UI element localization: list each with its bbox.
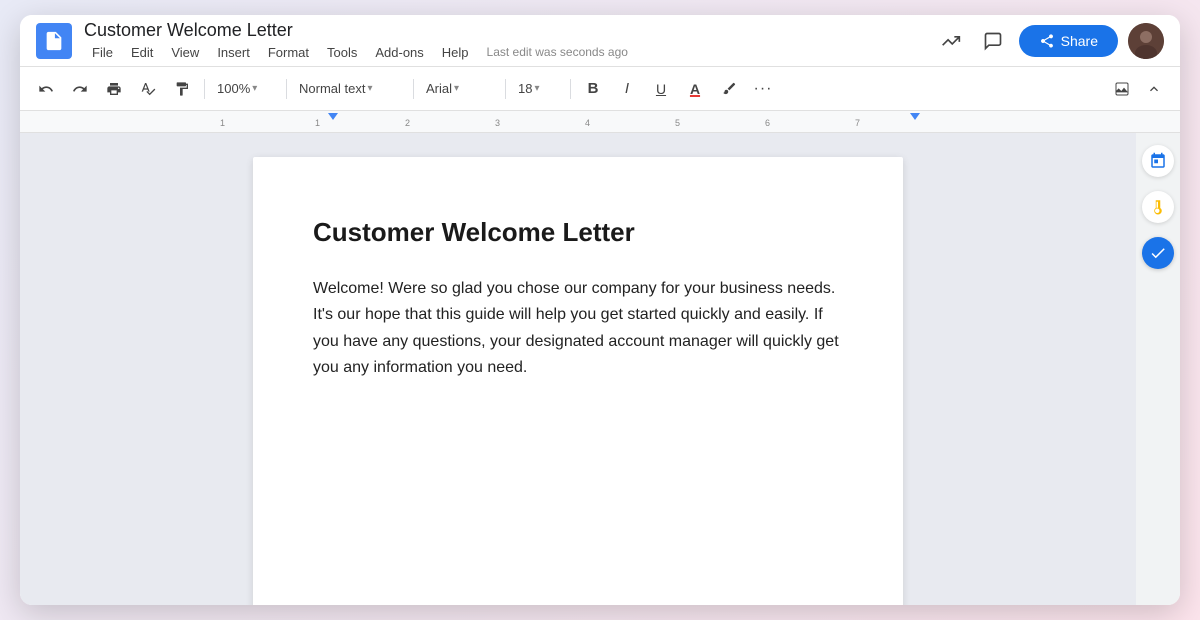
title-bar-right: Share [935, 23, 1164, 59]
doc-icon [36, 23, 72, 59]
zoom-select[interactable]: 100% ▾ [213, 75, 278, 103]
divider-4 [505, 79, 506, 99]
app-window: Customer Welcome Letter File Edit View I… [20, 15, 1180, 605]
divider-2 [286, 79, 287, 99]
menu-file[interactable]: File [84, 43, 121, 62]
right-sidebar [1136, 133, 1180, 605]
document-heading: Customer Welcome Letter [313, 217, 843, 248]
font-arrow: ▾ [454, 83, 459, 94]
menu-insert[interactable]: Insert [209, 43, 258, 62]
menu-edit[interactable]: Edit [123, 43, 161, 62]
document-page: Customer Welcome Letter Welcome! Were so… [253, 157, 903, 605]
menu-bar: File Edit View Insert Format Tools Add-o… [84, 43, 923, 62]
document-body[interactable]: Welcome! Were so glad you chose our comp… [313, 276, 843, 382]
style-arrow: ▾ [367, 83, 372, 94]
style-select[interactable]: Normal text ▾ [295, 75, 405, 103]
comment-icon-btn[interactable] [977, 25, 1009, 57]
tasks-sidebar-icon[interactable] [1142, 237, 1174, 269]
text-color-label: A [690, 81, 700, 97]
document-area[interactable]: Customer Welcome Letter Welcome! Were so… [20, 133, 1136, 605]
share-label: Share [1061, 33, 1098, 49]
keep-sidebar-icon[interactable] [1142, 191, 1174, 223]
right-margin-marker [910, 113, 920, 120]
size-arrow: ▾ [534, 83, 539, 94]
ruler: 1 1 2 3 4 5 6 7 [20, 111, 1180, 133]
main-area: Customer Welcome Letter Welcome! Were so… [20, 133, 1180, 605]
redo-button[interactable] [66, 75, 94, 103]
divider-1 [204, 79, 205, 99]
menu-format[interactable]: Format [260, 43, 317, 62]
menu-tools[interactable]: Tools [319, 43, 365, 62]
menu-help[interactable]: Help [434, 43, 477, 62]
font-value: Arial [426, 81, 452, 96]
toolbar-right [1108, 75, 1168, 103]
image-options-button[interactable] [1108, 75, 1136, 103]
divider-3 [413, 79, 414, 99]
spellcheck-button[interactable] [134, 75, 162, 103]
user-avatar[interactable] [1128, 23, 1164, 59]
text-color-button[interactable]: A [681, 75, 709, 103]
font-select[interactable]: Arial ▾ [422, 75, 497, 103]
zoom-value: 100% [217, 81, 250, 96]
more-button[interactable]: ··· [749, 75, 777, 103]
expand-button[interactable] [1140, 75, 1168, 103]
menu-view[interactable]: View [163, 43, 207, 62]
trend-icon-btn[interactable] [935, 25, 967, 57]
size-value: 18 [518, 81, 532, 96]
document-title[interactable]: Customer Welcome Letter [84, 19, 923, 42]
print-button[interactable] [100, 75, 128, 103]
menu-addons[interactable]: Add-ons [367, 43, 431, 62]
bold-label: B [588, 80, 599, 97]
zoom-arrow: ▾ [252, 83, 257, 94]
last-edit-status: Last edit was seconds ago [487, 45, 628, 59]
title-area: Customer Welcome Letter File Edit View I… [84, 19, 923, 61]
share-button[interactable]: Share [1019, 25, 1118, 57]
underline-button[interactable]: U [647, 75, 675, 103]
calendar-sidebar-icon[interactable] [1142, 145, 1174, 177]
italic-button[interactable]: I [613, 75, 641, 103]
more-label: ··· [754, 80, 773, 98]
divider-5 [570, 79, 571, 99]
paint-format-button[interactable] [168, 75, 196, 103]
toolbar: 100% ▾ Normal text ▾ Arial ▾ 18 ▾ B I [20, 67, 1180, 111]
bold-button[interactable]: B [579, 75, 607, 103]
style-value: Normal text [299, 81, 365, 96]
size-select[interactable]: 18 ▾ [514, 75, 562, 103]
tab-marker [328, 113, 338, 120]
underline-label: U [656, 81, 666, 97]
undo-button[interactable] [32, 75, 60, 103]
italic-label: I [625, 80, 629, 97]
title-bar: Customer Welcome Letter File Edit View I… [20, 15, 1180, 67]
highlight-button[interactable] [715, 75, 743, 103]
